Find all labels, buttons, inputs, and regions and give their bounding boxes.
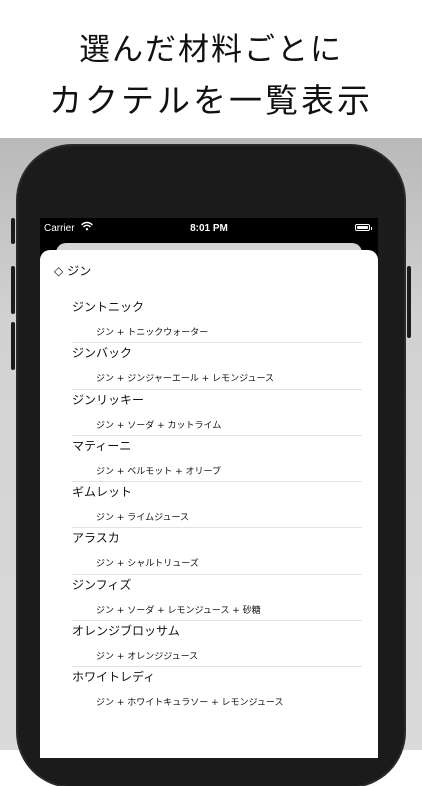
cocktail-name: ホワイトレディ	[72, 670, 156, 685]
cocktail-ingredients: ジン + トニックウォーター	[96, 328, 209, 338]
row-divider	[72, 342, 362, 344]
cocktail-row[interactable]: オレンジブロッサムジン + オレンジジュース	[72, 622, 362, 668]
cocktail-list: ジントニックジン + トニックウォータージンバックジン + ジンジャーエール +…	[72, 298, 362, 715]
row-divider	[72, 620, 362, 622]
cocktail-row[interactable]: ジントニックジン + トニックウォーター	[72, 298, 362, 344]
section-title: ジン	[67, 264, 92, 278]
cocktail-ingredients: ジン + オレンジジュース	[96, 652, 199, 663]
cocktail-row[interactable]: ホワイトレディジン + ホワイトキュラソー + レモンジュース	[72, 668, 360, 714]
cocktail-name: オレンジブロッサム	[72, 624, 180, 639]
cocktail-name: ジンフィズ	[72, 577, 132, 592]
cocktail-name: ジンリッキー	[72, 392, 145, 407]
power-button	[407, 266, 411, 338]
status-time: 8:01 PM	[190, 223, 228, 234]
cocktail-ingredients: ジン + ソーダ + レモンジュース + 砂糖	[96, 605, 261, 616]
section-header[interactable]: ◇ ジン	[54, 262, 91, 279]
cocktail-name: ジンバック	[72, 346, 133, 361]
row-divider	[72, 527, 362, 529]
cocktail-row[interactable]: ジンリッキージン + ソーダ + カットライム	[72, 391, 362, 437]
cocktail-ingredients: ジン + ライムジュース	[96, 513, 190, 524]
volume-up-button	[11, 266, 15, 314]
cocktail-ingredients: ジン + ソーダ + カットライム	[96, 420, 222, 431]
cocktail-sheet: ◇ ジン ジントニックジン + トニックウォータージンバックジン + ジンジャーエ…	[40, 250, 378, 758]
caption-line-1: 選んだ材料ごとに	[79, 32, 343, 68]
cocktail-name: ギムレット	[72, 485, 133, 500]
cocktail-name: マティーニ	[72, 438, 132, 453]
cocktail-row[interactable]: マティーニジン + ベルモット + オリーブ	[72, 437, 362, 483]
row-divider	[72, 573, 362, 575]
row-divider	[72, 666, 362, 668]
row-divider	[72, 434, 362, 436]
cocktail-row[interactable]: ジンフィズジン + ソーダ + レモンジュース + 砂糖	[72, 576, 362, 622]
cocktail-name: アラスカ	[72, 531, 120, 546]
cocktail-row[interactable]: ジンバックジン + ジンジャーエール + レモンジュース	[72, 344, 362, 390]
cocktail-ingredients: ジン + ホワイトキュラソー + レモンジュース	[96, 698, 284, 709]
cocktail-row[interactable]: アラスカジン + シャルトリューズ	[72, 529, 362, 575]
diamond-icon: ◇	[54, 264, 64, 278]
mute-switch	[11, 218, 15, 244]
promo-caption: 選んだ材料ごとに カクテルを一覧表示	[0, 0, 422, 138]
volume-down-button	[11, 322, 15, 370]
cocktail-row[interactable]: ギムレットジン + ライムジュース	[72, 483, 362, 529]
cocktail-ingredients: ジン + シャルトリューズ	[96, 559, 199, 570]
caption-line-2: カクテルを一覧表示	[49, 81, 373, 120]
status-bar: Carrier 8:01 PM	[40, 218, 378, 238]
battery-icon	[355, 224, 372, 231]
cocktail-ingredients: ジン + ジンジャーエール + レモンジュース	[96, 374, 274, 385]
phone-screen: Carrier 8:01 PM ◇ ジン ジントニックジン + トニックウォーター…	[40, 218, 378, 758]
row-divider	[72, 481, 362, 483]
row-divider	[72, 388, 362, 390]
cocktail-ingredients: ジン + ベルモット + オリーブ	[96, 466, 221, 477]
cocktail-name: ジントニック	[72, 300, 145, 314]
